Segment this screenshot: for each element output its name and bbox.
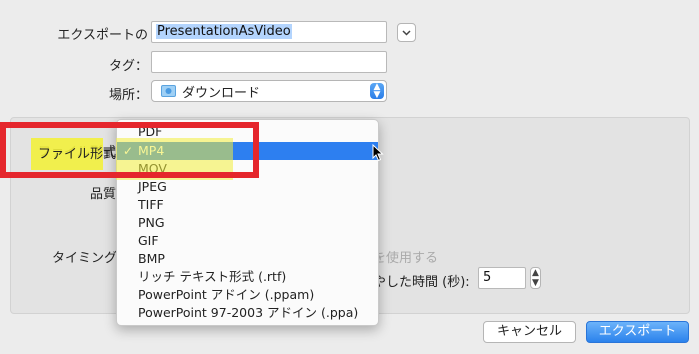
export-as-field[interactable]: PresentationAsVideo — [151, 21, 387, 43]
menu-item-jpeg[interactable]: JPEG — [117, 178, 378, 196]
menu-item-bmp[interactable]: BMP — [117, 250, 378, 268]
export-as-value: PresentationAsVideo — [156, 24, 292, 39]
quality-label: 品質 — [90, 187, 117, 202]
export-as-label: エクスポートの — [57, 28, 148, 43]
where-value: ダウンロード — [182, 86, 261, 101]
popup-arrows-icon: ▲ ▼ — [370, 83, 384, 100]
cursor-icon — [372, 143, 384, 166]
seconds-field[interactable]: 5 — [478, 267, 526, 289]
cancel-button[interactable]: キャンセル — [483, 321, 576, 343]
use-timing-text: を使用する — [373, 251, 439, 266]
format-menu: PDF ✓ MP4 MOV JPEG TIFF PNG GIF BMP リッチ … — [116, 119, 379, 326]
where-popup[interactable]: ダウンロード ▲ ▼ — [151, 80, 387, 102]
checkmark-icon: ✓ — [123, 144, 134, 158]
menu-item-png[interactable]: PNG — [117, 214, 378, 232]
menu-item-mov[interactable]: MOV — [117, 160, 378, 178]
file-format-label-overlay: ファイル形式 — [38, 147, 117, 162]
expand-dialog-button[interactable] — [397, 23, 416, 42]
seconds-label: やした時間 (秒): — [373, 275, 470, 290]
menu-item-mp4-label: MP4 — [138, 143, 165, 158]
export-button[interactable]: エクスポート — [586, 321, 689, 343]
menu-item-mp4[interactable]: ✓ MP4 — [117, 142, 378, 160]
seconds-stepper[interactable]: ▲ ▼ — [530, 267, 541, 289]
menu-item-ppam[interactable]: PowerPoint アドイン (.ppam) — [117, 286, 378, 304]
where-label: 場所： — [108, 88, 148, 103]
timing-label: タイミング — [52, 251, 118, 266]
menu-item-pdf[interactable]: PDF — [117, 123, 378, 141]
menu-item-rtf[interactable]: リッチ テキスト形式 (.rtf) — [117, 268, 378, 286]
menu-item-ppa[interactable]: PowerPoint 97-2003 アドイン (.ppa) — [117, 304, 378, 322]
menu-item-tiff[interactable]: TIFF — [117, 196, 378, 214]
downloads-folder-icon — [161, 84, 176, 101]
tags-label: タグ： — [108, 59, 148, 74]
tags-field[interactable] — [151, 51, 387, 73]
chevron-down-icon — [402, 30, 411, 36]
menu-item-gif[interactable]: GIF — [117, 232, 378, 250]
